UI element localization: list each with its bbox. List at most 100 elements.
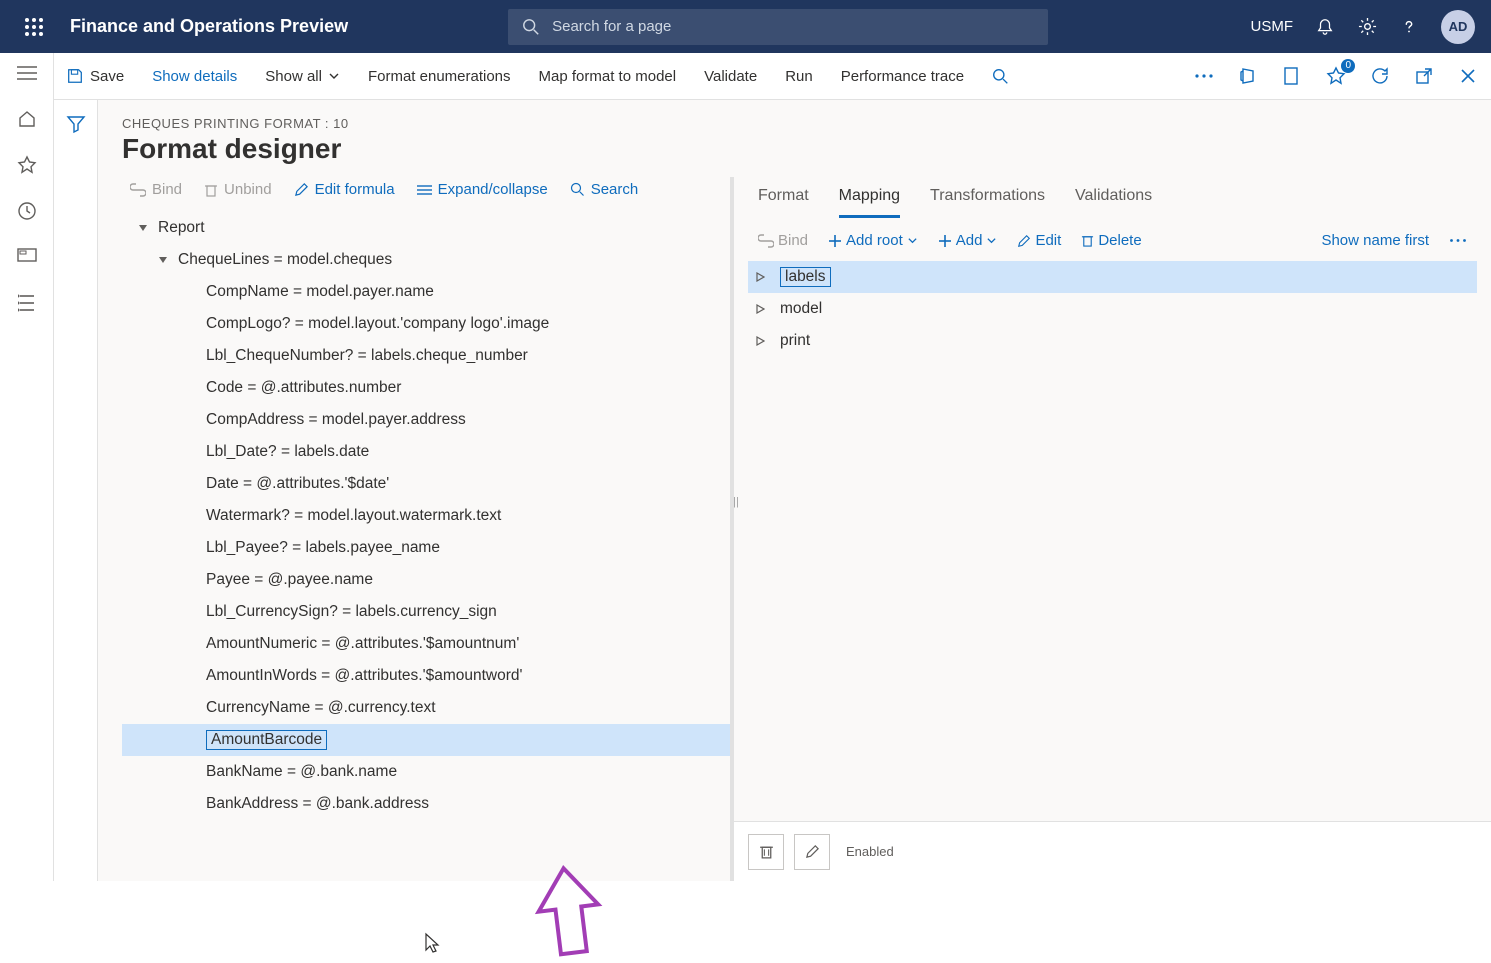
popout-icon[interactable] xyxy=(1413,65,1435,87)
app-launcher[interactable] xyxy=(16,9,52,45)
search-icon xyxy=(570,182,585,197)
map-format-button[interactable]: Map format to model xyxy=(539,68,677,85)
cmdbar-search-button[interactable] xyxy=(992,68,1009,85)
gear-icon[interactable] xyxy=(1357,17,1377,37)
tree-search-button[interactable]: Search xyxy=(570,181,639,198)
add-root-button[interactable]: Add root xyxy=(828,232,918,249)
save-button[interactable]: Save xyxy=(66,67,124,85)
datasource-row[interactable]: model xyxy=(748,293,1477,325)
tree-node[interactable]: AmountNumeric = @.attributes.'$amountnum… xyxy=(122,628,730,660)
link-icon xyxy=(130,183,146,197)
map-overflow-menu[interactable] xyxy=(1449,238,1467,243)
expand-toggle[interactable] xyxy=(756,336,770,346)
add-button[interactable]: Add xyxy=(938,232,998,249)
show-all-button[interactable]: Show all xyxy=(265,68,340,85)
splitter[interactable]: || xyxy=(732,487,740,517)
expand-toggle[interactable] xyxy=(136,223,150,233)
expand-collapse-button[interactable]: Expand/collapse xyxy=(417,181,548,198)
enabled-label: Enabled xyxy=(846,844,894,859)
tree-node[interactable]: Lbl_CurrencySign? = labels.currency_sign xyxy=(122,596,730,628)
tab-transformations[interactable]: Transformations xyxy=(930,181,1045,218)
tree-node[interactable]: Lbl_Date? = labels.date xyxy=(122,436,730,468)
chevron-down-icon xyxy=(328,70,340,82)
tree-node[interactable]: Payee = @.payee.name xyxy=(122,564,730,596)
tree-node[interactable]: Code = @.attributes.number xyxy=(122,372,730,404)
tab-mapping[interactable]: Mapping xyxy=(839,181,900,218)
trash-icon xyxy=(204,182,218,198)
search-placeholder: Search for a page xyxy=(552,18,671,35)
page-title: Format designer xyxy=(98,131,1491,177)
format-enumerations-button[interactable]: Format enumerations xyxy=(368,68,511,85)
close-icon[interactable] xyxy=(1457,65,1479,87)
modules-icon[interactable] xyxy=(15,291,39,315)
delete-button[interactable]: Delete xyxy=(1081,232,1141,249)
tree-node[interactable]: CompLogo? = model.layout.'company logo'.… xyxy=(122,308,730,340)
legal-entity[interactable]: USMF xyxy=(1251,18,1294,35)
show-details-button[interactable]: Show details xyxy=(152,68,237,85)
tree-node-chequelines[interactable]: ChequeLines = model.cheques xyxy=(122,244,730,276)
pencil-icon xyxy=(1017,234,1031,248)
tree-node-report[interactable]: Report xyxy=(122,212,730,244)
tree-node[interactable]: CompAddress = model.payer.address xyxy=(122,404,730,436)
save-icon xyxy=(66,67,84,85)
performance-trace-button[interactable]: Performance trace xyxy=(841,68,964,85)
search-icon xyxy=(522,18,540,36)
tree-node[interactable]: BankName = @.bank.name xyxy=(122,756,730,788)
recent-icon[interactable] xyxy=(15,199,39,223)
bell-icon[interactable] xyxy=(1315,17,1335,37)
run-button[interactable]: Run xyxy=(785,68,813,85)
tree-node[interactable]: Date = @.attributes.'$date' xyxy=(122,468,730,500)
pencil-icon xyxy=(294,182,309,197)
tree-node[interactable]: CurrencyName = @.currency.text xyxy=(122,692,730,724)
save-label: Save xyxy=(90,68,124,85)
workspace-icon[interactable] xyxy=(15,245,39,269)
star-icon[interactable] xyxy=(15,153,39,177)
tree-node[interactable]: CompName = model.payer.name xyxy=(122,276,730,308)
list-icon xyxy=(417,184,432,196)
datasource-row[interactable]: print xyxy=(748,325,1477,357)
edit-button[interactable]: Edit xyxy=(1017,232,1061,249)
expand-toggle[interactable] xyxy=(756,272,770,282)
expand-toggle[interactable] xyxy=(156,255,170,265)
home-icon[interactable] xyxy=(15,107,39,131)
tab-format[interactable]: Format xyxy=(758,181,809,218)
expand-toggle[interactable] xyxy=(756,304,770,314)
waffle-icon xyxy=(25,18,43,36)
hamburger-icon[interactable] xyxy=(15,61,39,85)
tree-node[interactable]: Lbl_Payee? = labels.payee_name xyxy=(122,532,730,564)
attachments-icon[interactable] xyxy=(1281,65,1303,87)
validate-button[interactable]: Validate xyxy=(704,68,757,85)
tree-node[interactable]: AmountBarcode xyxy=(122,724,730,756)
delete-icon-button[interactable] xyxy=(748,834,784,870)
refresh-icon[interactable] xyxy=(1369,65,1391,87)
show-name-first-button[interactable]: Show name first xyxy=(1321,232,1429,249)
tree-node[interactable]: AmountInWords = @.attributes.'$amountwor… xyxy=(122,660,730,692)
notifications-button[interactable]: 0 xyxy=(1325,65,1347,87)
help-icon[interactable] xyxy=(1399,17,1419,37)
link-icon xyxy=(758,234,774,248)
map-bind-button[interactable]: Bind xyxy=(758,232,808,249)
bind-button[interactable]: Bind xyxy=(130,181,182,198)
plus-icon xyxy=(828,234,842,248)
notif-badge: 0 xyxy=(1341,59,1355,73)
tree-node[interactable]: Lbl_ChequeNumber? = labels.cheque_number xyxy=(122,340,730,372)
tree-node[interactable]: BankAddress = @.bank.address xyxy=(122,788,730,820)
chevron-down-icon xyxy=(986,235,997,246)
tab-validations[interactable]: Validations xyxy=(1075,181,1152,218)
annotation-arrow xyxy=(534,863,604,963)
breadcrumb: CHEQUES PRINTING FORMAT : 10 xyxy=(98,100,1491,131)
datasource-row[interactable]: labels xyxy=(748,261,1477,293)
global-search[interactable]: Search for a page xyxy=(508,9,1048,45)
edit-icon-button[interactable] xyxy=(794,834,830,870)
filter-icon[interactable] xyxy=(66,114,86,881)
plus-icon xyxy=(938,234,952,248)
unbind-button[interactable]: Unbind xyxy=(204,181,272,198)
chevron-down-icon xyxy=(907,235,918,246)
avatar[interactable]: AD xyxy=(1441,10,1475,44)
overflow-menu[interactable] xyxy=(1193,65,1215,87)
cursor-icon xyxy=(424,932,442,954)
tree-node[interactable]: Watermark? = model.layout.watermark.text xyxy=(122,500,730,532)
edit-formula-button[interactable]: Edit formula xyxy=(294,181,395,198)
show-all-label: Show all xyxy=(265,68,322,85)
office-icon[interactable] xyxy=(1237,65,1259,87)
